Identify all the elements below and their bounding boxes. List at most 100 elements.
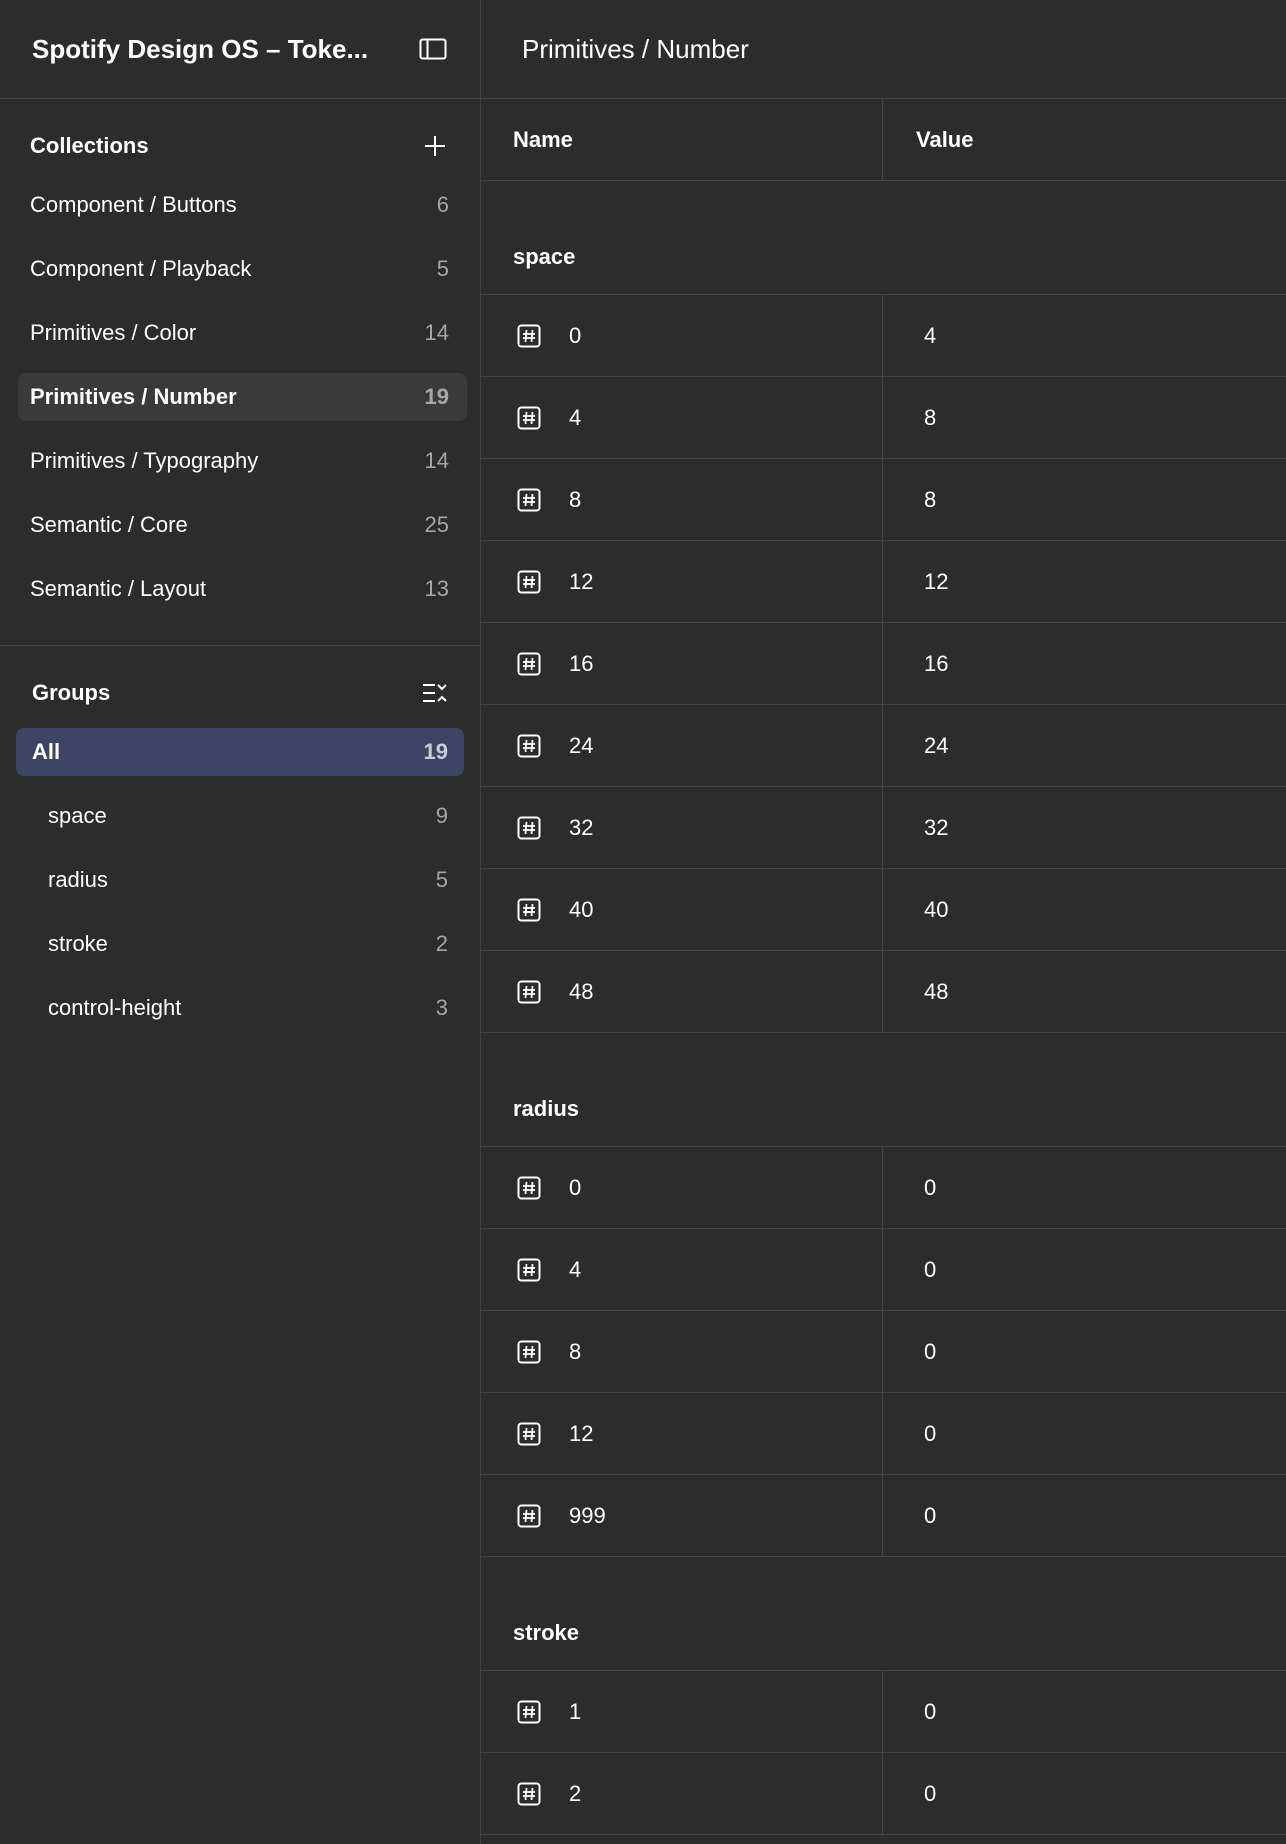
variable-value-cell[interactable]: 40 bbox=[883, 869, 1286, 950]
collection-item-primitives-number[interactable]: Primitives / Number 19 bbox=[18, 373, 467, 421]
collection-count: 14 bbox=[424, 448, 449, 473]
variable-value-cell[interactable]: 0 bbox=[883, 1393, 1286, 1474]
table-row[interactable]: 20 bbox=[481, 1753, 1286, 1835]
collection-title: Primitives / Number bbox=[481, 0, 1286, 99]
sidebar-header: Spotify Design OS – Toke... bbox=[0, 0, 480, 99]
number-variable-icon bbox=[517, 406, 541, 429]
variable-value-cell[interactable]: 12 bbox=[883, 541, 1286, 622]
table-row[interactable]: 80 bbox=[481, 1311, 1286, 1393]
variable-name: 2 bbox=[569, 1780, 582, 1806]
groups-list: All 19 space 9 radius 5 stroke 2 control… bbox=[0, 728, 480, 1032]
table-row[interactable]: 12 12 bbox=[481, 541, 1286, 623]
variable-name-cell[interactable]: 1 bbox=[481, 1671, 883, 1752]
variable-value-cell[interactable]: 48 bbox=[883, 951, 1286, 1032]
variable-value-cell[interactable]: 0 bbox=[883, 1147, 1286, 1228]
variable-name-cell[interactable]: 24 bbox=[481, 705, 883, 786]
variable-name-cell[interactable]: 0 bbox=[481, 1147, 883, 1228]
collection-count: 5 bbox=[436, 256, 449, 281]
group-item-radius[interactable]: radius 5 bbox=[16, 856, 464, 904]
variable-name: 0 bbox=[569, 322, 582, 348]
collection-item-component-playback[interactable]: Component / Playback 5 bbox=[18, 245, 467, 293]
variable-value-cell[interactable]: 16 bbox=[883, 623, 1286, 704]
collection-item-primitives-color[interactable]: Primitives / Color 14 bbox=[18, 309, 467, 357]
table-row[interactable]: 12 0 bbox=[481, 1393, 1286, 1475]
variable-name: 40 bbox=[569, 896, 594, 922]
variable-name-cell[interactable]: 48 bbox=[481, 951, 883, 1032]
table-row[interactable]: 32 32 bbox=[481, 787, 1286, 869]
variable-name-cell[interactable]: 32 bbox=[481, 787, 883, 868]
variable-value-cell[interactable]: 0 bbox=[883, 1753, 1286, 1834]
table-row[interactable]: 40 40 bbox=[481, 869, 1286, 951]
group-item-space[interactable]: space 9 bbox=[16, 792, 464, 840]
table-row[interactable]: 24 24 bbox=[481, 705, 1286, 787]
table-row[interactable]: 10 bbox=[481, 1671, 1286, 1753]
variable-value: 24 bbox=[924, 732, 949, 758]
variable-name-cell[interactable]: 8 bbox=[481, 459, 883, 540]
group-label: All bbox=[32, 739, 61, 764]
variable-name-cell[interactable]: 2 bbox=[481, 1753, 883, 1834]
group-count: 19 bbox=[423, 739, 448, 764]
variable-value-cell[interactable]: 24 bbox=[883, 705, 1286, 786]
variable-value-cell[interactable]: 4 bbox=[883, 295, 1286, 376]
variable-name: 12 bbox=[569, 1420, 594, 1446]
number-variable-icon bbox=[517, 1504, 541, 1527]
variable-name-cell[interactable]: 4 bbox=[481, 377, 883, 458]
variable-name-cell[interactable]: 8 bbox=[481, 1311, 883, 1392]
variable-value-cell[interactable]: 8 bbox=[883, 377, 1286, 458]
main-panel: Primitives / Number Name Value space 04 … bbox=[481, 0, 1286, 1844]
collection-label: Component / Playback bbox=[30, 256, 252, 281]
group-item-control-height[interactable]: control-height 3 bbox=[16, 984, 464, 1032]
groups-header: Groups bbox=[0, 646, 480, 728]
variable-name-cell[interactable]: 40 bbox=[481, 869, 883, 950]
variable-value-cell[interactable]: 0 bbox=[883, 1311, 1286, 1392]
variable-value-cell[interactable]: 0 bbox=[883, 1475, 1286, 1556]
collection-label: Primitives / Typography bbox=[30, 448, 259, 473]
collapse-list-icon[interactable] bbox=[420, 678, 450, 708]
table-row[interactable]: 00 bbox=[481, 1147, 1286, 1229]
collection-count: 14 bbox=[424, 320, 449, 345]
variable-value-cell[interactable]: 0 bbox=[883, 1671, 1286, 1752]
variable-value-cell[interactable]: 32 bbox=[883, 787, 1286, 868]
table-row[interactable]: 88 bbox=[481, 459, 1286, 541]
number-variable-icon bbox=[517, 1782, 541, 1805]
number-variable-icon bbox=[517, 980, 541, 1003]
variable-value-cell[interactable]: 8 bbox=[883, 459, 1286, 540]
variable-value: 32 bbox=[924, 814, 949, 840]
variable-name: 0 bbox=[569, 1174, 582, 1200]
sidebar-panel-icon[interactable] bbox=[418, 34, 448, 64]
variable-value-cell[interactable]: 0 bbox=[883, 1229, 1286, 1310]
variable-name-cell[interactable]: 4 bbox=[481, 1229, 883, 1310]
collection-item-component-buttons[interactable]: Component / Buttons 6 bbox=[18, 181, 467, 229]
table-row[interactable]: 04 bbox=[481, 295, 1286, 377]
group-item-all[interactable]: All 19 bbox=[16, 728, 464, 776]
collection-item-semantic-core[interactable]: Semantic / Core 25 bbox=[18, 501, 467, 549]
group-label: stroke bbox=[48, 931, 108, 956]
variable-value: 8 bbox=[924, 486, 937, 512]
variable-name-cell[interactable]: 16 bbox=[481, 623, 883, 704]
group-label: space bbox=[48, 803, 107, 828]
table-body: space 04 48 88 12 12 16 16 24 24 32 32 4… bbox=[481, 181, 1286, 1835]
variable-value: 0 bbox=[924, 1174, 937, 1200]
column-header-name: Name bbox=[481, 99, 883, 180]
table-row[interactable]: 48 48 bbox=[481, 951, 1286, 1033]
variable-name-cell[interactable]: 12 bbox=[481, 541, 883, 622]
table-row[interactable]: 16 16 bbox=[481, 623, 1286, 705]
collection-item-primitives-typography[interactable]: Primitives / Typography 14 bbox=[18, 437, 467, 485]
group-header-space: space bbox=[481, 181, 1286, 295]
table-row[interactable]: 48 bbox=[481, 377, 1286, 459]
table-header: Name Value bbox=[481, 99, 1286, 181]
table-row[interactable]: 999 0 bbox=[481, 1475, 1286, 1557]
collapse-list-icon-graphic bbox=[423, 684, 447, 702]
variable-name-cell[interactable]: 12 bbox=[481, 1393, 883, 1474]
variable-name: 12 bbox=[569, 568, 594, 594]
variable-name-cell[interactable]: 0 bbox=[481, 295, 883, 376]
group-item-stroke[interactable]: stroke 2 bbox=[16, 920, 464, 968]
table-row[interactable]: 40 bbox=[481, 1229, 1286, 1311]
collection-item-semantic-layout[interactable]: Semantic / Layout 13 bbox=[18, 565, 467, 613]
variables-app: Spotify Design OS – Toke... Collections bbox=[0, 0, 1286, 1844]
number-variable-icon bbox=[517, 324, 541, 347]
plus-icon[interactable] bbox=[420, 131, 450, 161]
number-variable-icon bbox=[517, 488, 541, 511]
sidebar: Spotify Design OS – Toke... Collections bbox=[0, 0, 481, 1844]
variable-name-cell[interactable]: 999 bbox=[481, 1475, 883, 1556]
